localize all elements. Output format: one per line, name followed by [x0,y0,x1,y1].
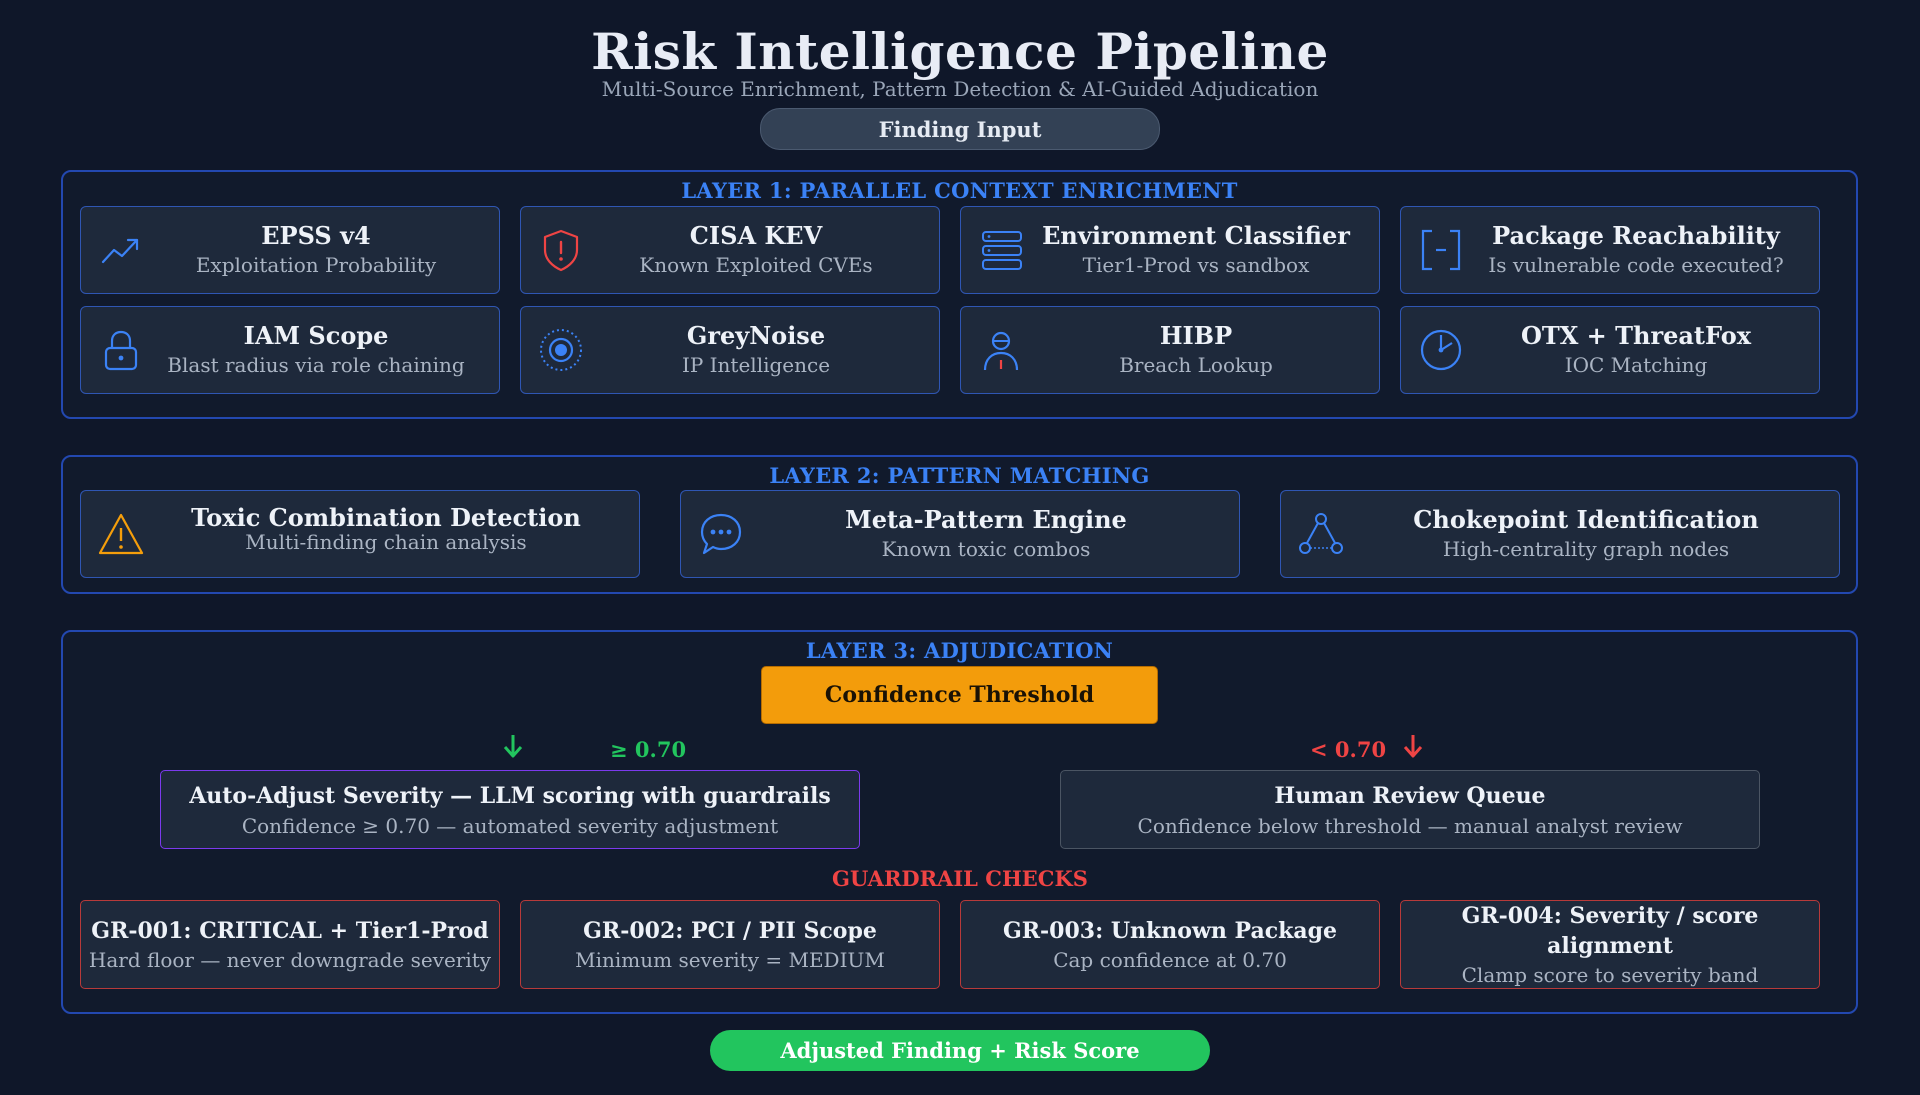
finding-input-node: Finding Input [760,108,1160,150]
card-title: Meta-Pattern Engine [845,505,1127,534]
card-title: CISA KEV [689,221,823,250]
card-desc: Known Exploited CVEs [639,253,873,277]
enrichment-card-epss: EPSS v4 Exploitation Probability [80,206,500,294]
card-title: Environment Classifier [1042,221,1350,250]
layer2-title: LAYER 2: PATTERN MATCHING [769,463,1150,488]
clock-icon [1417,326,1465,374]
node-desc: Confidence below threshold — manual anal… [1137,813,1683,838]
guardrail-card-gr-002: GR-002: PCI / PII Scope Minimum severity… [520,900,940,989]
adjusted-finding-output-node: Adjusted Finding + Risk Score [710,1030,1210,1071]
card-desc: IOC Matching [1564,353,1708,377]
high-confidence-label: ≥ 0.70 [610,737,687,762]
guardrail-title: GR-004: Severity / score alignment [1461,902,1759,959]
card-desc: Multi-finding chain analysis [245,530,527,554]
auto-adjust-severity-node: Auto-Adjust Severity — LLM scoring with … [160,770,860,849]
warning-triangle-icon [97,510,145,558]
enrichment-card-otx-threatfox: OTX + ThreatFox IOC Matching [1400,306,1820,394]
guardrail-desc: Clamp score to severity band [1461,962,1759,987]
card-title: EPSS v4 [261,221,371,250]
chat-bubble-icon [697,510,745,558]
node-title: Human Review Queue [1274,782,1546,809]
enrichment-card-reachability: Package Reachability Is vulnerable code … [1400,206,1820,294]
enrichment-card-hibp: HIBP Breach Lookup [960,306,1380,394]
layer3-title: LAYER 3: ADJUDICATION [805,638,1114,663]
pattern-card-toxic-combination: Toxic Combination Detection Multi-findin… [80,490,640,578]
card-desc: Exploitation Probability [195,253,437,277]
confidence-threshold-node: Confidence Threshold [761,666,1158,724]
guardrail-desc: Cap confidence at 0.70 [1053,947,1287,972]
card-title: Chokepoint Identification [1413,505,1759,534]
card-title: HIBP [1159,321,1233,350]
card-desc: Blast radius via role chaining [167,353,465,377]
guardrail-card-gr-003: GR-003: Unknown Package Cap confidence a… [960,900,1380,989]
guardrail-title: GR-001: CRITICAL + Tier1-Prod [91,917,489,944]
card-desc: Tier1-Prod vs sandbox [1082,253,1310,277]
page-subtitle: Multi-Source Enrichment, Pattern Detecti… [601,77,1319,101]
card-desc: High-centrality graph nodes [1442,537,1730,561]
server-stack-icon [977,226,1025,274]
card-desc: Known toxic combos [881,537,1091,561]
graph-nodes-icon [1297,510,1345,558]
enrichment-card-environment: Environment Classifier Tier1-Prod vs san… [960,206,1380,294]
low-confidence-label: < 0.70 [1310,737,1387,762]
trending-up-icon [97,226,145,274]
card-title: Toxic Combination Detection [191,503,581,532]
guardrail-title: GR-003: Unknown Package [1002,917,1338,944]
layer1-title: LAYER 1: PARALLEL CONTEXT ENRICHMENT [681,178,1238,203]
card-desc: IP Intelligence [681,353,831,377]
enrichment-card-cisa-kev: CISA KEV Known Exploited CVEs [520,206,940,294]
node-desc: Confidence ≥ 0.70 — automated severity a… [241,813,779,838]
lock-icon [97,326,145,374]
guardrail-card-gr-001: GR-001: CRITICAL + Tier1-Prod Hard floor… [80,900,500,989]
guardrail-desc: Hard floor — never downgrade severity [88,947,492,972]
arrow-down-green-icon [502,733,524,759]
pattern-card-chokepoint: Chokepoint Identification High-centralit… [1280,490,1840,578]
arrow-down-red-icon [1402,733,1424,759]
user-icon [977,326,1025,374]
guardrail-checks-title: GUARDRAIL CHECKS [832,866,1088,891]
card-title: Package Reachability [1492,221,1780,250]
shield-alert-icon [537,226,585,274]
card-desc: Is vulnerable code executed? [1488,253,1784,277]
guardrail-desc: Minimum severity = MEDIUM [575,947,885,972]
brackets-icon [1417,226,1465,274]
node-title: Auto-Adjust Severity — LLM scoring with … [189,782,831,809]
enrichment-card-greynoise: GreyNoise IP Intelligence [520,306,940,394]
card-title: GreyNoise [686,321,826,350]
card-title: IAM Scope [243,321,389,350]
guardrail-card-gr-004: GR-004: Severity / score alignment Clamp… [1400,900,1820,989]
human-review-queue-node: Human Review Queue Confidence below thre… [1060,770,1760,849]
page-title: Risk Intelligence Pipeline [591,22,1329,81]
pattern-card-meta-pattern: Meta-Pattern Engine Known toxic combos [680,490,1240,578]
guardrail-title: GR-002: PCI / PII Scope [583,917,877,944]
card-desc: Breach Lookup [1119,353,1273,377]
radar-target-icon [537,326,585,374]
card-title: OTX + ThreatFox [1520,321,1752,350]
enrichment-card-iam-scope: IAM Scope Blast radius via role chaining [80,306,500,394]
